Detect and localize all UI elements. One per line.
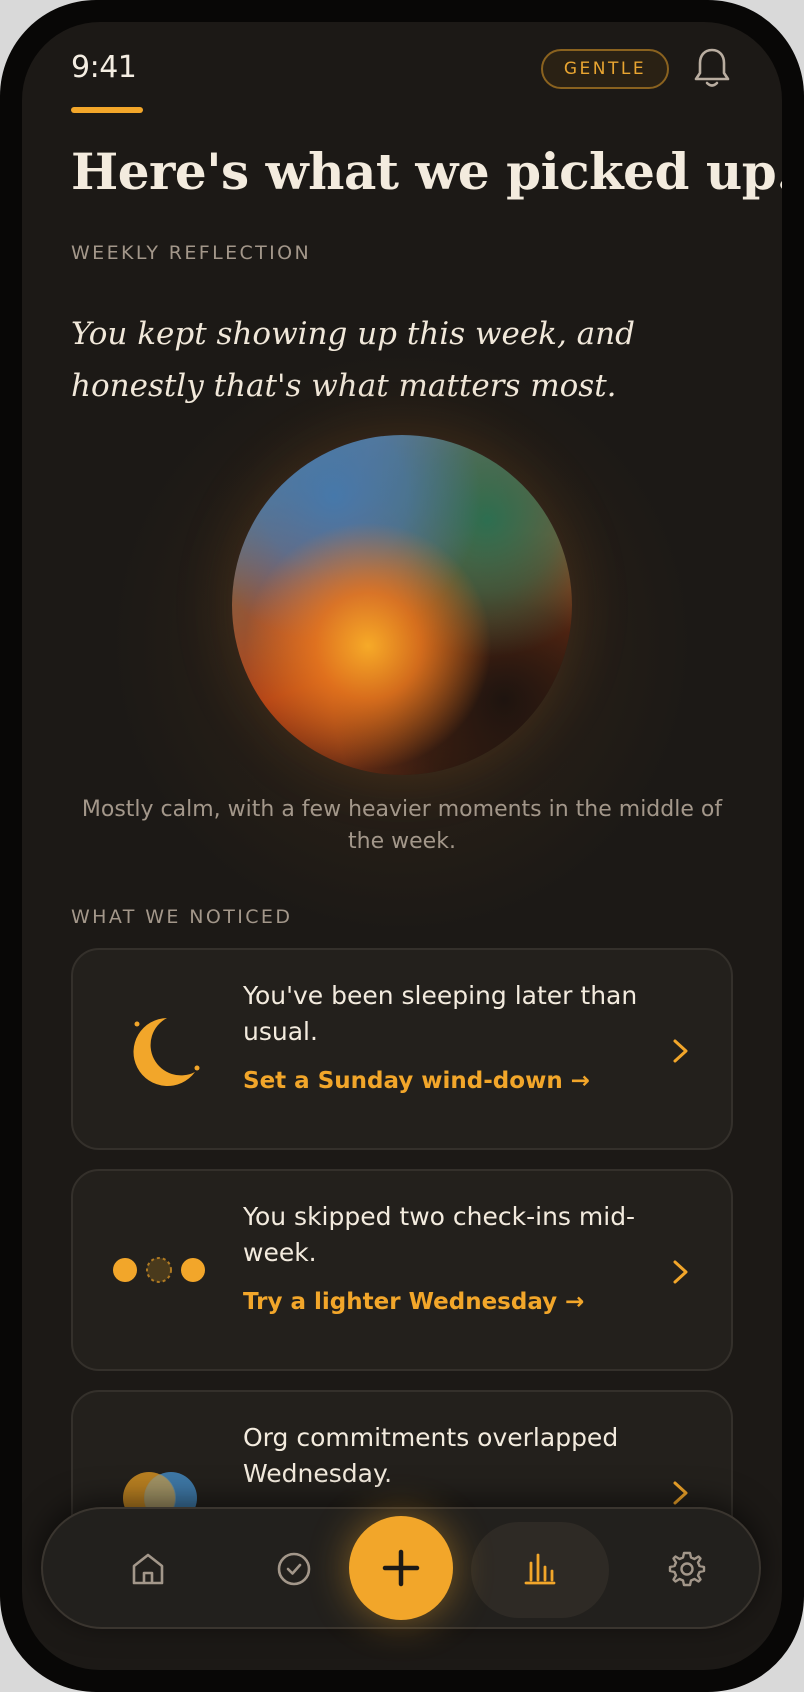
bell-icon[interactable] — [692, 46, 732, 90]
insight-text: You skipped two check-ins mid-week. — [243, 1202, 636, 1267]
orb-caption: Mostly calm, with a few heavier moments … — [81, 797, 723, 854]
home-icon[interactable] — [126, 1547, 170, 1591]
insight-action-link[interactable]: Set a Sunday wind-down → — [243, 1068, 590, 1094]
time-underline — [71, 107, 143, 113]
insight-text: You've been sleeping later than usual. — [243, 981, 638, 1046]
mode-badge[interactable]: GENTLE — [541, 49, 669, 89]
check-circle-icon[interactable] — [272, 1547, 316, 1591]
chevron-right-icon — [673, 1039, 688, 1063]
moon-icon — [133, 1018, 200, 1086]
screen: 9:41 GENTLE Here's what we picked up. WE… — [22, 22, 782, 1670]
gear-icon[interactable] — [665, 1547, 709, 1591]
weekly-reflection-label: WEEKLY REFLECTION — [71, 242, 312, 264]
chevron-right-icon — [673, 1481, 688, 1505]
bar-chart-icon[interactable] — [518, 1547, 562, 1591]
page-title: Here's what we picked up. — [71, 142, 782, 201]
skipped-dots-icon — [113, 1257, 205, 1283]
what-we-noticed-label: WHAT WE NOTICED — [71, 906, 293, 928]
mood-orb[interactable] — [232, 435, 572, 775]
chevron-right-icon — [673, 1260, 688, 1284]
plus-icon — [382, 1549, 420, 1587]
device-frame: 9:41 GENTLE Here's what we picked up. WE… — [0, 0, 804, 1692]
insight-card-sleep[interactable]: You've been sleeping later than usual. S… — [71, 948, 733, 1150]
add-entry-button[interactable] — [349, 1516, 453, 1620]
status-time: 9:41 — [71, 50, 137, 85]
insight-action-link[interactable]: Try a lighter Wednesday → — [243, 1289, 584, 1315]
insight-text: Org commitments overlapped Wednesday. — [243, 1423, 619, 1488]
insight-card-checkins[interactable]: You skipped two check-ins mid-week. Try … — [71, 1169, 733, 1371]
